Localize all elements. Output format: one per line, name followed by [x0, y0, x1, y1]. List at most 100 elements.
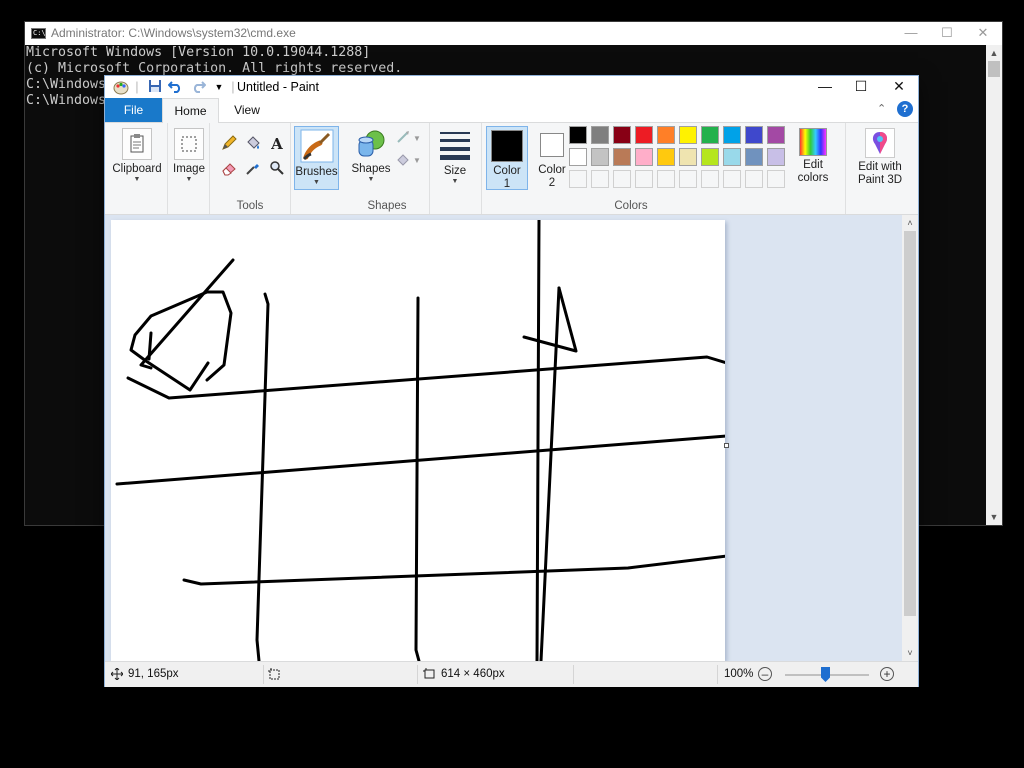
scroll-up-arrow-icon[interactable]: ▲ — [986, 45, 1002, 61]
color-swatch[interactable] — [635, 126, 653, 144]
paint-close-button[interactable]: ✕ — [881, 76, 917, 98]
color-swatch[interactable] — [635, 148, 653, 166]
tab-home[interactable]: Home — [162, 98, 219, 123]
eraser-icon[interactable] — [220, 160, 238, 178]
paint-minimize-button[interactable]: — — [807, 76, 843, 98]
color-swatch[interactable] — [569, 148, 587, 166]
color-swatch[interactable] — [657, 148, 675, 166]
custom-color-swatch[interactable] — [591, 170, 609, 188]
custom-color-swatch[interactable] — [745, 170, 763, 188]
drawn-stroke — [126, 355, 729, 400]
chevron-down-icon: ▼ — [313, 179, 320, 186]
color-swatch[interactable] — [657, 126, 675, 144]
brushes-label: Brushes — [295, 166, 338, 178]
custom-color-swatch[interactable] — [569, 170, 587, 188]
cmd-scroll-thumb[interactable] — [988, 61, 1000, 77]
color-swatch[interactable] — [701, 126, 719, 144]
canvas-drawing — [115, 218, 729, 661]
cmd-maximize-button[interactable]: ☐ — [929, 22, 965, 45]
cmd-scrollbar[interactable]: ▲ ▼ — [986, 45, 1002, 525]
group-image: Image ▼ — [167, 123, 210, 214]
svg-text:▼: ▼ — [413, 156, 421, 165]
cursor-position-icon — [110, 662, 124, 687]
undo-icon[interactable] — [167, 79, 184, 95]
paint-titlebar[interactable]: | ▼ | Untitled - Paint — ☐ ✕ — [105, 76, 918, 98]
color-swatch[interactable] — [591, 126, 609, 144]
color-swatch[interactable] — [613, 148, 631, 166]
redo-icon[interactable] — [190, 79, 207, 95]
color-swatch[interactable] — [745, 148, 763, 166]
custom-color-swatch[interactable] — [657, 170, 675, 188]
canvas-scroll-thumb[interactable] — [904, 231, 916, 616]
custom-color-swatch[interactable] — [613, 170, 631, 188]
color-swatch[interactable] — [767, 126, 785, 144]
color-swatch[interactable] — [679, 148, 697, 166]
color-swatch[interactable] — [723, 148, 741, 166]
color-swatch[interactable] — [591, 148, 609, 166]
color-picker-icon[interactable] — [244, 160, 262, 178]
canvas-workspace — [105, 215, 902, 661]
color1-button[interactable]: Color 1 — [486, 126, 528, 190]
drawing-canvas[interactable] — [111, 218, 729, 661]
save-icon[interactable] — [147, 79, 163, 95]
cmd-close-button[interactable]: ✕ — [965, 22, 1001, 45]
color1-label: Color — [493, 165, 521, 177]
custom-color-swatch[interactable] — [635, 170, 653, 188]
color-swatch[interactable] — [723, 126, 741, 144]
custom-color-swatch[interactable] — [701, 170, 719, 188]
svg-text:▼: ▼ — [413, 134, 421, 143]
scroll-up-arrow-icon[interactable]: ˄ — [902, 215, 918, 231]
tab-file[interactable]: File — [105, 98, 162, 122]
ribbon-tabs: File Home View ⌃ ? — [105, 98, 918, 123]
fill-icon[interactable]: ▼ — [395, 151, 423, 169]
canvas-vertical-scrollbar[interactable]: ˄ ˅ — [902, 215, 918, 661]
color-swatch[interactable] — [613, 126, 631, 144]
cmd-titlebar[interactable]: C:\ Administrator: C:\Windows\system32\c… — [25, 22, 1002, 45]
console-line: Microsoft Windows [Version 10.0.19044.12… — [26, 45, 371, 60]
fill-bucket-icon[interactable] — [244, 135, 262, 153]
paint3d-icon — [865, 128, 895, 158]
shapes-button[interactable]: Shapes ▼ — [351, 128, 391, 184]
image-button[interactable]: Image ▼ — [171, 128, 207, 184]
collapse-ribbon-icon[interactable]: ⌃ — [877, 102, 886, 115]
custom-color-swatch[interactable] — [723, 170, 741, 188]
outline-icon[interactable]: ▼ — [395, 129, 423, 147]
color2-button[interactable]: Color 2 — [531, 126, 573, 190]
cmd-minimize-button[interactable]: — — [893, 22, 929, 45]
clipboard-button[interactable]: Clipboard ▼ — [111, 128, 163, 184]
ribbon-home: Clipboard ▼ Image ▼ A Tools Brushes ▼ Sh… — [105, 123, 918, 215]
help-icon[interactable]: ? — [897, 101, 913, 117]
magnifier-icon[interactable] — [268, 160, 286, 178]
zoom-slider-thumb[interactable] — [821, 667, 830, 682]
size-button[interactable]: Size ▼ — [435, 128, 475, 186]
edit-with-paint3d-button[interactable]: Edit with Paint 3D — [848, 128, 912, 187]
paint3d-label-1: Edit with — [858, 161, 902, 173]
color-swatch[interactable] — [767, 148, 785, 166]
paint-maximize-button[interactable]: ☐ — [843, 76, 879, 98]
paint-app-icon[interactable] — [113, 79, 129, 95]
group-brushes: Brushes ▼ — [291, 123, 345, 214]
color-swatch[interactable] — [701, 148, 719, 166]
custom-color-swatch[interactable] — [767, 170, 785, 188]
group-paint3d: Edit with Paint 3D — [845, 123, 916, 214]
brushes-button[interactable]: Brushes ▼ — [294, 126, 339, 190]
zoom-out-icon[interactable]: – — [758, 667, 772, 681]
pencil-icon[interactable] — [220, 135, 238, 153]
color-swatch[interactable] — [679, 126, 697, 144]
color-swatch[interactable] — [569, 126, 587, 144]
group-shapes: Shapes ▼ ▼ ▼ Shapes — [345, 123, 430, 214]
shapes-label: Shapes — [351, 163, 391, 175]
drawn-stroke — [147, 331, 153, 361]
text-tool-icon[interactable]: A — [268, 135, 286, 153]
tab-view[interactable]: View — [223, 98, 271, 122]
selection-size-icon — [268, 662, 280, 687]
color-swatch[interactable] — [745, 126, 763, 144]
scroll-down-arrow-icon[interactable]: ▼ — [986, 509, 1002, 525]
zoom-in-icon[interactable]: + — [880, 667, 894, 681]
scroll-down-arrow-icon[interactable]: ˅ — [902, 645, 918, 661]
shapes-group-label: Shapes — [367, 200, 407, 212]
canvas-resize-handle[interactable] — [724, 443, 729, 448]
edit-colors-button[interactable]: Edit colors — [789, 128, 837, 185]
status-separator — [263, 665, 264, 684]
custom-color-swatch[interactable] — [679, 170, 697, 188]
